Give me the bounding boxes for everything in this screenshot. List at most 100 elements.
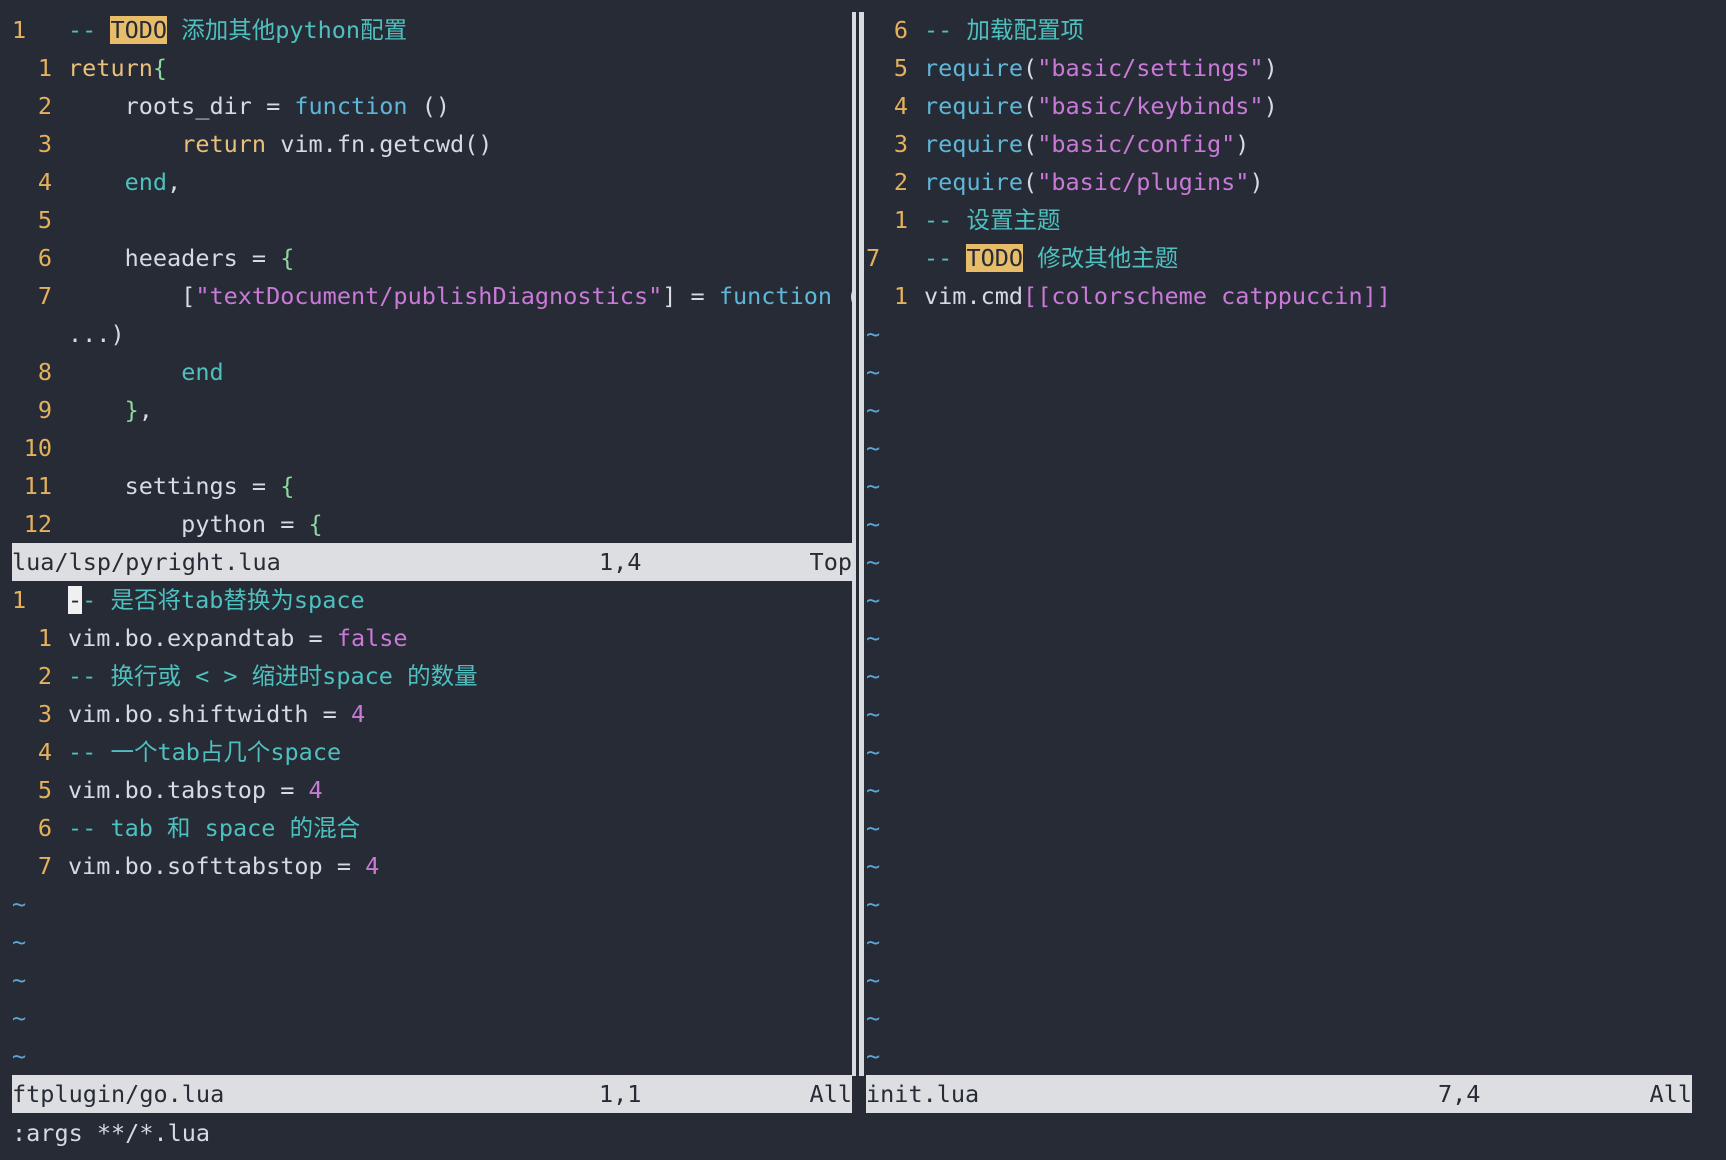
code-line[interactable]: 8 end (12, 353, 224, 391)
left-bottom-status-scroll: All (809, 1080, 852, 1108)
left-bottom-statusline: ftplugin/go.lua 1,1 All (12, 1075, 852, 1113)
code-token: "textDocument/publishDiagnostics" (195, 282, 663, 310)
line-number: 4 (37, 168, 52, 196)
code-line[interactable]: 10 (12, 429, 68, 467)
code-line[interactable]: 4 end, (12, 163, 181, 201)
code-token: ( (1023, 168, 1038, 196)
code-token: ) (1235, 130, 1250, 158)
code-token: -- tab 和 space 的混合 (68, 814, 361, 842)
line-number: 9 (37, 396, 52, 424)
code-line[interactable]: 1 -- 设置主题 (866, 201, 1061, 239)
code-line[interactable]: 5 require("basic/settings") (866, 49, 1278, 87)
code-token: -- (924, 244, 967, 272)
code-line[interactable]: 9 }, (12, 391, 153, 429)
line-number: 5 (893, 54, 908, 82)
code-token: -- 一个tab占几个space (68, 738, 342, 766)
code-token: "basic/config" (1037, 130, 1236, 158)
left-bottom-pane[interactable]: 1 -- 是否将tab替换为space 1 vim.bo.expandtab = fa… (0, 581, 852, 1075)
code-line[interactable]: 1 vim.bo.expandtab = false (12, 619, 408, 657)
code-line[interactable]: 5 (12, 201, 68, 239)
code-line[interactable]: 2 require("basic/plugins") (866, 163, 1264, 201)
empty-line-tilde: ~ (12, 1004, 27, 1032)
code-token: 4 (308, 776, 323, 804)
code-line[interactable]: 4 require("basic/keybinds") (866, 87, 1278, 125)
empty-line-tilde: ~ (866, 928, 881, 956)
code-token: - 是否将tab替换为space (82, 586, 365, 614)
line-number: 3 (893, 130, 908, 158)
code-line[interactable]: 6 -- 加载配置项 (866, 11, 1084, 49)
code-token: 修改其他主题 (1023, 244, 1179, 272)
line-number: 10 (23, 434, 52, 462)
empty-line-tilde: ~ (866, 624, 881, 652)
code-token: 4 (365, 852, 380, 880)
empty-line-tilde: ~ (12, 890, 27, 918)
vertical-split-separator[interactable] (852, 12, 864, 1076)
left-top-pane[interactable]: 1 -- TODO 添加其他python配置 1 return{2 roots_dir… (0, 11, 852, 543)
code-token: { (280, 472, 295, 500)
code-line[interactable]: 2 -- 换行或 < > 缩进时space 的数量 (12, 657, 478, 695)
line-number: 6 (37, 814, 52, 842)
empty-line-tilde: ~ (866, 586, 881, 614)
code-line[interactable]: 7 ["textDocument/publishDiagnostics"] = … (12, 277, 852, 315)
code-token: end (181, 358, 224, 386)
empty-line-tilde: ~ (866, 396, 881, 424)
left-bottom-status-file: ftplugin/go.lua (12, 1080, 225, 1108)
code-token: end (124, 168, 168, 196)
code-line[interactable]: 12 python = { (12, 505, 323, 543)
empty-line-tilde: ~ (12, 966, 27, 994)
code-token: "basic/plugins" (1037, 168, 1250, 196)
left-top-statusline: lua/lsp/pyright.lua 1,4 Top (12, 543, 852, 581)
code-token: ] = (662, 282, 719, 310)
code-token: [[colorscheme catppuccin]] (1023, 282, 1391, 310)
code-token: heeaders = (68, 244, 281, 272)
right-statusline: init.lua 7,4 All (866, 1075, 1692, 1113)
code-line[interactable]: 1 -- TODO 添加其他python配置 (12, 11, 407, 49)
todo-highlight: TODO (966, 244, 1024, 272)
code-token: python = (68, 510, 309, 538)
code-line[interactable]: 6 -- tab 和 space 的混合 (12, 809, 360, 847)
code-token: 4 (350, 700, 366, 728)
code-token: ) (1263, 54, 1278, 82)
line-number: 1 (37, 54, 52, 82)
code-token: ...) (68, 320, 125, 348)
right-pane[interactable]: 6 -- 加载配置项 5 require("basic/settings") 4 requ… (864, 11, 1726, 1075)
line-number: 4 (37, 738, 52, 766)
empty-line-tilde: ~ (866, 700, 881, 728)
code-token: vim.bo.expandtab = (68, 624, 337, 652)
code-token: { (308, 510, 323, 538)
code-token: , (167, 168, 182, 196)
left-bottom-status-pos: 1,1 (599, 1080, 642, 1108)
code-line[interactable]: 3 return vim.fn.getcwd() (12, 125, 493, 163)
code-line[interactable]: 6 heeaders = { (12, 239, 295, 277)
code-token: -- 设置主题 (924, 206, 1061, 234)
command-line[interactable]: :args **/*.lua (12, 1114, 210, 1152)
left-top-status-scroll: Top (809, 548, 852, 576)
line-number: 12 (23, 510, 52, 538)
code-line[interactable]: 1 -- 是否将tab替换为space (12, 581, 365, 619)
code-line[interactable]: 4 -- 一个tab占几个space (12, 733, 341, 771)
code-line[interactable]: 7 vim.bo.softtabstop = 4 (12, 847, 379, 885)
code-token: ) (1249, 168, 1264, 196)
line-number: 3 (37, 130, 52, 158)
code-line[interactable]: 1 return{ (12, 49, 167, 87)
code-line[interactable]: 3 require("basic/config") (866, 125, 1250, 163)
code-line[interactable]: 1 vim.cmd[[colorscheme catppuccin]] (866, 277, 1391, 315)
code-line[interactable]: 5 vim.bo.tabstop = 4 (12, 771, 323, 809)
line-number: 6 (893, 16, 908, 44)
todo-highlight: TODO (110, 16, 168, 44)
empty-line-tilde: ~ (866, 434, 881, 462)
empty-line-tilde: ~ (866, 890, 881, 918)
empty-line-tilde: ~ (866, 1004, 881, 1032)
line-number: 2 (37, 92, 52, 120)
empty-line-tilde: ~ (866, 510, 881, 538)
code-line[interactable]: 11 settings = { (12, 467, 295, 505)
code-line[interactable]: 7 -- TODO 修改其他主题 (866, 239, 1178, 277)
code-token: , (138, 396, 153, 424)
code-line[interactable]: ...) (12, 315, 125, 353)
code-line[interactable]: 3 vim.bo.shiftwidth = 4 (12, 695, 365, 733)
code-line[interactable]: 2 roots_dir = function () (12, 87, 450, 125)
code-token: "basic/settings" (1037, 54, 1264, 82)
left-top-status-pos: 1,4 (599, 548, 642, 576)
code-token: 添加其他python配置 (167, 16, 408, 44)
